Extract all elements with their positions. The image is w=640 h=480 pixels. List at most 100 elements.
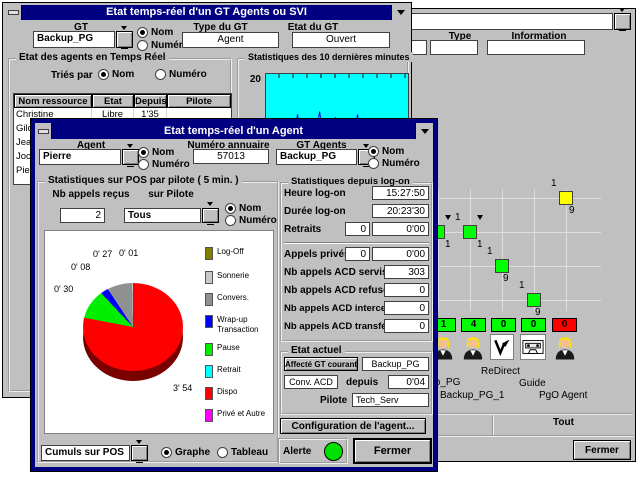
table-header[interactable]: Nom ressource xyxy=(14,94,92,108)
titlebar-agent[interactable]: Etat temps-réel d'un Agent xyxy=(35,123,433,139)
dropdown-arrow-icon xyxy=(121,30,128,49)
monitor-field-type[interactable] xyxy=(430,40,478,55)
legend-swatch xyxy=(205,271,213,284)
dropdown-button[interactable] xyxy=(614,13,631,30)
flow-node xyxy=(559,191,573,205)
legend-swatch xyxy=(205,343,213,356)
agent-radio-nom[interactable]: Nom xyxy=(138,147,174,158)
pilote-label: sur Pilote xyxy=(131,189,211,200)
dropdown-button[interactable] xyxy=(131,445,148,461)
agent-combobox-value[interactable]: Pierre xyxy=(39,149,121,165)
sort-label: Triés par xyxy=(51,70,93,81)
node-label-bottom: 9 xyxy=(569,205,575,216)
grid-vline xyxy=(438,189,439,311)
grid-vline xyxy=(502,189,503,311)
affecte-gt-button[interactable]: Affecté GT courant xyxy=(284,357,358,371)
table-header[interactable]: Depuis xyxy=(134,94,167,108)
legend-swatch xyxy=(205,365,213,378)
cumuls-combobox-value[interactable]: Cumuls sur POS xyxy=(41,445,130,461)
sort-radio-numero[interactable]: Numéro xyxy=(155,69,207,80)
recus-value[interactable]: 2 xyxy=(60,208,105,223)
label-redirect: ReDirect xyxy=(481,366,520,377)
gt-agents-radio-nom[interactable]: Nom xyxy=(368,146,404,157)
table-header[interactable]: Etat xyxy=(92,94,134,108)
control-menu-icon[interactable] xyxy=(35,123,52,139)
retraits-label: Retraits xyxy=(284,224,321,235)
pos-group-title: Statistiques sur POS par pilote ( 5 min.… xyxy=(45,175,242,186)
node-arrow-icon xyxy=(445,215,451,220)
heure-label: Heure log-on xyxy=(284,188,346,199)
flow-node xyxy=(527,293,541,307)
table-header[interactable]: Pilote xyxy=(167,94,231,108)
dropdown-button[interactable] xyxy=(122,149,139,165)
pie-label: 3' 54 xyxy=(173,383,192,393)
down-arrow-icon xyxy=(421,129,429,134)
tableau-radio[interactable]: Tableau xyxy=(217,447,268,458)
heure-value: 15:27:50 xyxy=(372,186,429,200)
guide-cassette-icon[interactable] xyxy=(520,334,546,360)
duree-label: Durée log-on xyxy=(284,206,346,217)
dropdown-button[interactable] xyxy=(202,208,219,223)
agent-icon[interactable] xyxy=(460,333,486,361)
agent-combobox[interactable]: Pierre xyxy=(39,149,139,165)
status-count-box: 0 xyxy=(491,318,516,332)
legend-label: Convers. xyxy=(217,293,269,303)
cumuls-combobox[interactable]: Cumuls sur POS xyxy=(41,445,148,461)
gt-combobox-value[interactable]: Backup_PG xyxy=(33,31,115,48)
gt-agents-radio-numero[interactable]: Numéro xyxy=(368,158,420,169)
gt-combobox[interactable]: Backup_PG xyxy=(33,31,133,48)
minimize-button[interactable] xyxy=(391,5,409,20)
label-backup-pg-1: Backup_PG_1 xyxy=(440,390,505,401)
legend-label: Pause xyxy=(217,343,269,353)
alerte-label: Alerte xyxy=(283,446,311,457)
titlebar-gt[interactable]: Etat temps-réel d'un GT Agents ou SVI xyxy=(5,5,409,20)
node-label-top: 1 xyxy=(519,280,525,291)
alerte-group: Alerte xyxy=(278,438,348,464)
duree-value: 20:23'30 xyxy=(372,204,429,218)
gt-agents-combobox-value[interactable]: Backup_PG xyxy=(276,149,357,165)
etat-courant-value: Conv. ACD xyxy=(284,375,338,389)
flow-node xyxy=(495,259,509,273)
pilote-combobox[interactable]: Tous xyxy=(124,208,219,223)
agent-fermer-button[interactable]: Fermer xyxy=(353,438,432,464)
legend-item: Log-Off xyxy=(205,247,269,260)
tab-tout[interactable]: Tout xyxy=(494,417,633,428)
annuaire-value[interactable]: 57013 xyxy=(193,149,269,164)
node-label-top: 1 xyxy=(455,212,461,223)
sort-radio-nom[interactable]: Nom xyxy=(98,69,134,80)
prives-time: 0'00 xyxy=(372,247,429,261)
servis-label: Nb appels ACD servis xyxy=(284,267,388,278)
pilote-radio-numero[interactable]: Numéro xyxy=(225,215,277,226)
chart-ytick: 20 xyxy=(247,74,261,85)
gt-agents-combobox[interactable]: Backup_PG xyxy=(276,149,375,165)
grid-hline xyxy=(421,266,601,267)
pilote-radio-nom[interactable]: Nom xyxy=(225,203,261,214)
window-title: Etat temps-réel d'un GT Agents ou SVI xyxy=(22,5,391,20)
agent-icon[interactable] xyxy=(552,333,578,361)
agent-radio-numero[interactable]: Numéro xyxy=(138,159,190,170)
dropdown-button[interactable] xyxy=(116,31,133,48)
desktop: Type Information 1 9 1 1 1 1 1 9 1 9 1 xyxy=(0,0,640,480)
grid-hline xyxy=(421,198,601,199)
pie-label: 0' 01 xyxy=(119,248,138,258)
agents-group-title: Etat des agents en Temps Réel xyxy=(16,52,169,63)
refuses-value: 0 xyxy=(384,283,429,297)
recus-label: Nb appels reçus xyxy=(43,189,139,200)
configuration-button[interactable]: Configuration de l'agent... xyxy=(280,418,426,434)
minimize-button[interactable] xyxy=(415,123,433,139)
retraits-count: 0 xyxy=(345,222,370,236)
etat-actuel-group: Etat actuel Affecté GT courant Backup_PG… xyxy=(280,351,433,415)
label-pgo-agent: PgO Agent xyxy=(539,390,587,401)
redirect-icon[interactable] xyxy=(490,334,514,360)
graphe-radio[interactable]: Graphe xyxy=(161,447,210,458)
separator xyxy=(284,242,429,244)
pilote-combobox-value[interactable]: Tous xyxy=(124,208,201,223)
flow-node xyxy=(463,225,477,239)
control-menu-icon[interactable] xyxy=(5,5,22,20)
monitor-fermer-button[interactable]: Fermer xyxy=(573,440,631,460)
legend-label: Privé et Autre xyxy=(217,409,269,419)
legend-label: Log-Off xyxy=(217,247,269,257)
monitor-field-information[interactable] xyxy=(487,40,585,55)
pie-label: 0' 30 xyxy=(54,284,73,294)
legend-label: Dispo xyxy=(217,387,269,397)
